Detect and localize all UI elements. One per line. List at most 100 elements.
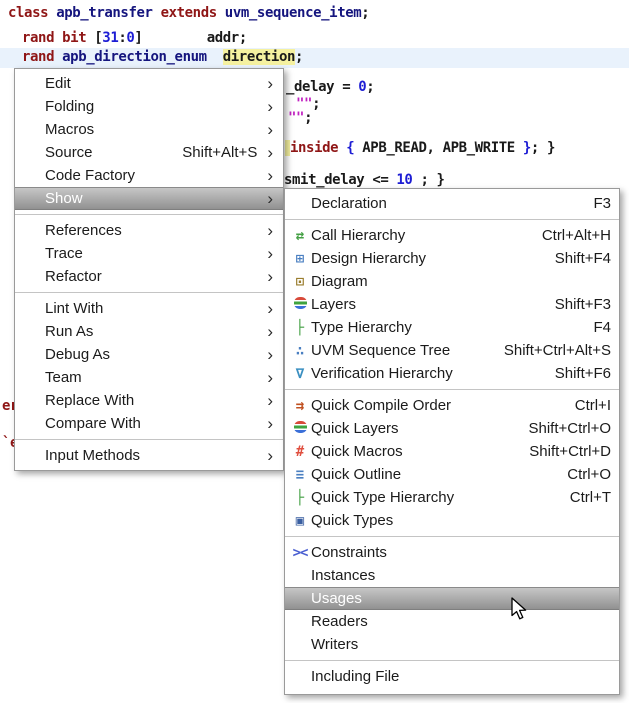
uvm-sequence-tree-icon: ∴ xyxy=(289,344,311,358)
verification-hierarchy-icon: ∇ xyxy=(289,367,311,381)
menu-item-label: Declaration xyxy=(311,195,387,212)
semicolon: ; xyxy=(312,96,320,112)
field-addr: addr xyxy=(207,30,239,46)
submenu-item-readers[interactable]: Readers xyxy=(285,610,619,633)
menu-item-replace-with[interactable]: Replace With › xyxy=(15,389,283,412)
code-line-class-decl[interactable]: class apb_transfer extends uvm_sequence_… xyxy=(8,5,369,21)
submenu-item-instances[interactable]: Instances xyxy=(285,564,619,587)
menu-item-references[interactable]: References› xyxy=(15,219,283,242)
submenu-item-declaration[interactable]: Declaration F3 xyxy=(285,192,619,215)
menu-item-label: Quick Layers xyxy=(311,420,399,437)
menu-separator xyxy=(15,214,283,215)
menu-item-label: Quick Type Hierarchy xyxy=(311,489,454,506)
submenu-arrow-icon: › xyxy=(267,144,273,161)
code-line-direction[interactable]: rand apb_direction_enum direction; xyxy=(22,49,303,65)
submenu-item-verification-hierarchy[interactable]: ∇Verification HierarchyShift+F6 xyxy=(285,362,619,385)
submenu-item-uvm-sequence-tree[interactable]: ∴UVM Sequence TreeShift+Ctrl+Alt+S xyxy=(285,339,619,362)
layers-icon xyxy=(294,297,307,309)
submenu-arrow-icon: › xyxy=(267,222,273,239)
menu-item-compare-with[interactable]: Compare With › xyxy=(15,412,283,435)
submenu-item-layers[interactable]: LayersShift+F3 xyxy=(285,293,619,316)
menu-item-label: Constraints xyxy=(311,544,387,561)
menu-item-code-factory[interactable]: Code Factory› xyxy=(15,164,283,187)
submenu-item-type-hierarchy[interactable]: ├Type HierarchyF4 xyxy=(285,316,619,339)
code-fragment-inside-constraint[interactable]: inside { APB_READ, APB_WRITE }; } xyxy=(285,140,555,156)
submenu-item-quick-macros[interactable]: #Quick MacrosShift+Ctrl+D xyxy=(285,440,619,463)
menu-item-label: Show xyxy=(45,190,83,207)
menu-item-edit[interactable]: Edit› xyxy=(15,72,283,95)
code-line-addr[interactable]: rand bit [31:0] addr; xyxy=(22,30,247,46)
code-fragment-string2[interactable]: ""; xyxy=(288,110,312,126)
menu-item-show[interactable]: Show› xyxy=(15,187,283,210)
enum-values: APB_READ, APB_WRITE xyxy=(362,140,515,156)
submenu-arrow-icon: › xyxy=(267,323,273,340)
submenu-item-quick-type-hierarchy[interactable]: ├Quick Type Hierarchy Ctrl+T xyxy=(285,486,619,509)
menu-item-label: UVM Sequence Tree xyxy=(311,342,450,359)
submenu-item-design-hierarchy[interactable]: ⊞Design HierarchyShift+F4 xyxy=(285,247,619,270)
menu-item-label: Diagram xyxy=(311,273,368,290)
menu-item-debug-as[interactable]: Debug As› xyxy=(15,343,283,366)
menu-item-label: Trace xyxy=(45,245,83,262)
menu-item-team[interactable]: Team› xyxy=(15,366,283,389)
menu-item-label: Source xyxy=(45,144,93,161)
menu-item-label: Replace With xyxy=(45,392,134,409)
menu-separator xyxy=(15,439,283,440)
menu-item-folding[interactable]: Folding› xyxy=(15,95,283,118)
semicolon: ; xyxy=(295,49,303,65)
menu-item-label: Instances xyxy=(311,567,375,584)
quick-type-hierarchy-icon: ├ xyxy=(289,491,311,505)
menu-item-shortcut: Ctrl+O xyxy=(567,466,611,483)
menu-item-source[interactable]: SourceShift+Alt+S› xyxy=(15,141,283,164)
menu-item-trace[interactable]: Trace› xyxy=(15,242,283,265)
submenu-arrow-icon: › xyxy=(267,300,273,317)
menu-item-shortcut: F3 xyxy=(593,195,611,212)
ide-screen: class apb_transfer extends uvm_sequence_… xyxy=(0,0,629,703)
menu-separator xyxy=(15,292,283,293)
menu-item-label: Usages xyxy=(311,590,362,607)
menu-item-refactor[interactable]: Refactor› xyxy=(15,265,283,288)
menu-item-shortcut: Ctrl+T xyxy=(570,489,611,506)
no-icon xyxy=(294,568,307,580)
menu-item-label: Readers xyxy=(311,613,368,630)
menu-item-label: Quick Compile Order xyxy=(311,397,451,414)
brace: { xyxy=(338,140,362,156)
submenu-item-quick-outline[interactable]: ≡Quick OutlineCtrl+O xyxy=(285,463,619,486)
keyword-rand: rand xyxy=(22,49,62,65)
code-text: smit_delay <= xyxy=(284,172,396,188)
submenu-item-quick-layers[interactable]: Quick LayersShift+Ctrl+O xyxy=(285,417,619,440)
menu-item-label: Compare With xyxy=(45,415,141,432)
submenu-arrow-icon: › xyxy=(267,392,273,409)
submenu-item-writers[interactable]: Writers xyxy=(285,633,619,656)
submenu-item-quick-compile-order[interactable]: ⇉Quick Compile OrderCtrl+I xyxy=(285,394,619,417)
code-text: _delay = xyxy=(286,79,358,95)
spacing xyxy=(142,30,206,46)
keyword-inside: inside xyxy=(290,140,338,156)
submenu-arrow-icon: › xyxy=(267,415,273,432)
submenu-item-call-hierarchy[interactable]: ⇄Call HierarchyCtrl+Alt+H xyxy=(285,224,619,247)
submenu-item-including-file[interactable]: Including File xyxy=(285,665,619,688)
menu-item-shortcut: Shift+F6 xyxy=(555,365,611,382)
menu-item-lint-with[interactable]: Lint With› xyxy=(15,297,283,320)
code-fragment-transmit-delay[interactable]: smit_delay <= 10 ; } xyxy=(284,172,445,188)
menu-item-label: Including File xyxy=(311,668,399,685)
submenu-item-diagram[interactable]: ⊡Diagram xyxy=(285,270,619,293)
keyword-rand-bit: rand bit xyxy=(22,30,94,46)
menu-item-macros[interactable]: Macros› xyxy=(15,118,283,141)
code-fragment-delay[interactable]: _delay = 0; xyxy=(286,79,374,95)
field-direction-highlighted: direction xyxy=(223,49,295,65)
class-name: apb_transfer xyxy=(56,5,160,21)
menu-item-label: Design Hierarchy xyxy=(311,250,426,267)
menu-item-run-as[interactable]: Run As› xyxy=(15,320,283,343)
submenu-item-constraints[interactable]: ><Constraints xyxy=(285,541,619,564)
submenu-item-quick-types[interactable]: ▣Quick Types xyxy=(285,509,619,532)
type-hierarchy-icon: ├ xyxy=(289,321,311,335)
punctuation: ; } xyxy=(412,172,444,188)
menu-item-shortcut: Shift+Ctrl+D xyxy=(529,443,611,460)
no-icon xyxy=(294,196,307,208)
diagram-icon: ⊡ xyxy=(289,275,311,289)
menu-item-input-methods[interactable]: Input Methods› xyxy=(15,444,283,467)
brace: } xyxy=(515,140,531,156)
no-icon xyxy=(294,669,307,681)
submenu-item-usages[interactable]: Usages xyxy=(285,587,619,610)
no-icon xyxy=(294,591,307,603)
